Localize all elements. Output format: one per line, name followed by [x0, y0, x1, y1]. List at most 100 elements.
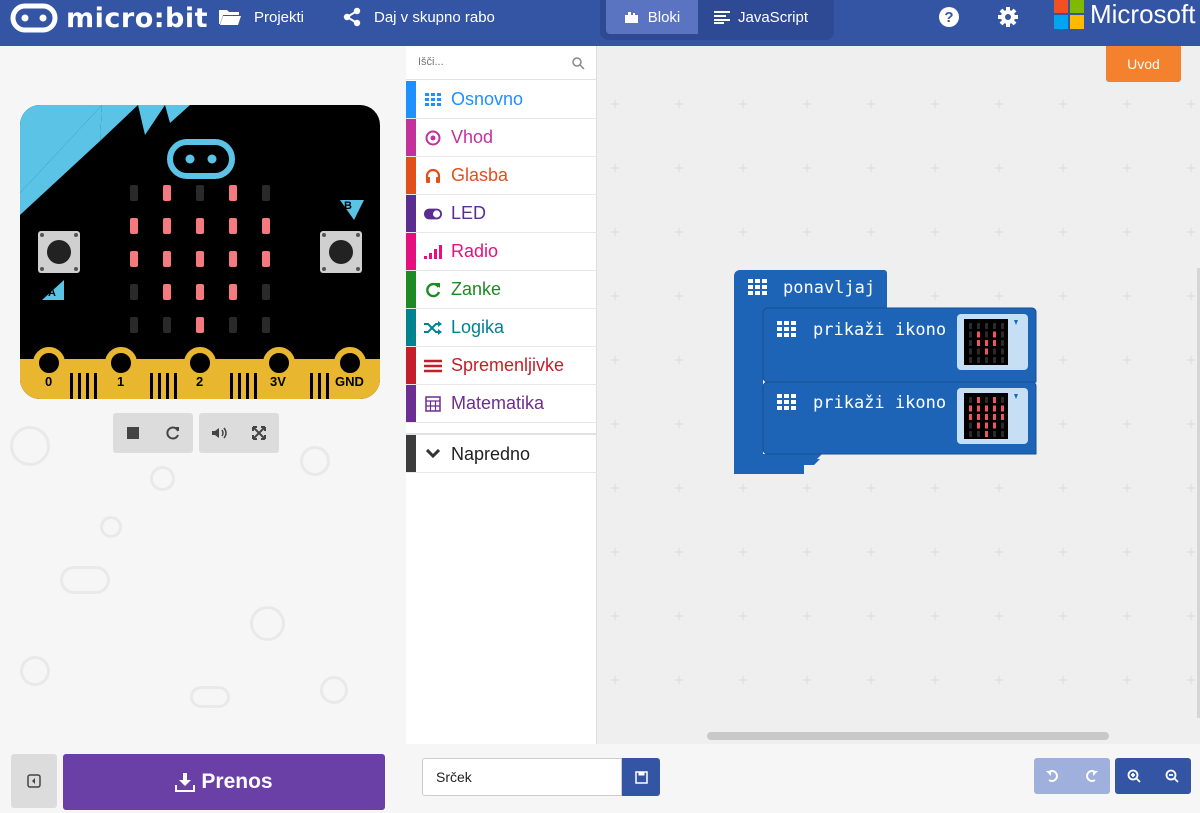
category-label: Glasba: [451, 165, 509, 185]
category-zanke[interactable]: Zanke: [406, 271, 597, 309]
category-advanced[interactable]: Napredno: [406, 433, 597, 473]
horizontal-scrollbar[interactable]: [707, 732, 1109, 740]
category-vhod[interactable]: Vhod: [406, 119, 597, 157]
sound-icon: [212, 427, 227, 439]
forever-block[interactable]: ponavljaj prikaži ikono prikaži ikono: [732, 268, 1072, 488]
search-icon[interactable]: [572, 57, 585, 70]
background-decoration: [190, 686, 230, 708]
redo-button[interactable]: [1072, 758, 1110, 794]
lines-icon: [424, 357, 442, 375]
loop-icon: [424, 281, 442, 299]
background-decoration: [320, 676, 348, 704]
intro-button[interactable]: Uvod: [1106, 46, 1181, 82]
category-glasba[interactable]: Glasba: [406, 157, 597, 195]
microbit-logo-icon: [10, 3, 58, 33]
signal-icon: [424, 243, 442, 261]
category-color-bar: [406, 271, 416, 308]
svg-text:?: ?: [944, 9, 953, 26]
button-a-cap: [47, 240, 71, 264]
zoom-out-icon: [1165, 769, 1179, 783]
download-button[interactable]: Prenos: [63, 754, 385, 810]
mute-button[interactable]: [199, 413, 239, 453]
button-a-label: A: [48, 287, 56, 299]
pin-label: 0: [45, 374, 53, 389]
show-icon-label: prikaži ikono: [813, 393, 946, 413]
zoom-in-button[interactable]: [1115, 758, 1153, 794]
brand-logo[interactable]: micro:bit: [10, 3, 208, 34]
gear-icon: [998, 7, 1018, 27]
screw: [322, 233, 326, 237]
zoom-out-button[interactable]: [1153, 758, 1191, 794]
button-a[interactable]: [38, 231, 80, 273]
connector-stripe: [166, 373, 169, 399]
category-spremenljivke[interactable]: Spremenljivke: [406, 347, 597, 385]
tab-blocks-label: Bloki: [647, 8, 681, 26]
category-led[interactable]: LED: [406, 195, 597, 233]
connector-stripe: [70, 373, 73, 399]
category-color-bar: [406, 81, 416, 118]
led: [163, 284, 171, 300]
undo-icon: [1046, 770, 1058, 782]
blocks-workspace[interactable]: Uvod ponavljaj prikaži ikono prikaži iko…: [597, 46, 1200, 744]
chevron-down-icon: [424, 445, 442, 463]
small-heart-icon[interactable]: [957, 388, 1028, 444]
undo-button[interactable]: [1034, 758, 1072, 794]
makecode-editor: micro:bit Projekti Daj v skupno rabo Blo…: [0, 0, 1200, 813]
fullscreen-icon: [252, 426, 266, 440]
connector-stripe: [318, 373, 321, 399]
folder-icon: [219, 10, 241, 25]
screw: [74, 267, 78, 271]
led: [262, 284, 270, 300]
shuffle-icon: [424, 319, 442, 337]
fullscreen-button[interactable]: [239, 413, 279, 453]
button-b[interactable]: [320, 231, 362, 273]
led: [163, 185, 171, 201]
tab-javascript-label: JavaScript: [738, 8, 809, 26]
microsoft-logo[interactable]: Microsoft: [1054, 0, 1196, 29]
connector-stripe: [158, 373, 161, 399]
share-button[interactable]: Daj v skupno rabo: [342, 0, 495, 34]
stop-button[interactable]: [113, 413, 153, 453]
category-radio[interactable]: Radio: [406, 233, 597, 271]
tab-blocks[interactable]: Bloki: [606, 0, 698, 34]
search-input[interactable]: [418, 56, 568, 68]
connector-stripe: [86, 373, 89, 399]
screw: [322, 267, 326, 271]
category-color-bar: [406, 233, 416, 270]
project-name-input[interactable]: [422, 758, 622, 796]
heart-icon[interactable]: [957, 314, 1028, 370]
save-button[interactable]: [622, 758, 660, 796]
microsoft-squares-icon: [1054, 0, 1084, 29]
restart-button[interactable]: [153, 413, 193, 453]
help-button[interactable]: ?: [938, 0, 972, 34]
simulator-run-controls: [113, 413, 193, 453]
headphones-icon: [424, 167, 442, 185]
edge-connector: 0 1 2 3V GND: [20, 347, 380, 399]
collapse-simulator-button[interactable]: [11, 754, 57, 808]
led: [229, 317, 237, 333]
puzzle-icon: [624, 12, 638, 23]
background-decoration: [20, 656, 50, 686]
led: [130, 317, 138, 333]
category-label: Radio: [451, 241, 499, 261]
tab-javascript[interactable]: JavaScript: [714, 0, 808, 34]
category-logika[interactable]: Logika: [406, 309, 597, 347]
background-decoration: [100, 516, 122, 538]
toolbox-search: [406, 46, 597, 80]
category-osnovno[interactable]: Osnovno: [406, 81, 597, 119]
category-label: Spremenljivke: [451, 355, 565, 375]
connector-stripe: [230, 373, 233, 399]
microbit-board[interactable]: B A 0 1 2 3V GND: [20, 105, 380, 399]
settings-button[interactable]: [997, 0, 1031, 34]
simulator-view-controls: [199, 413, 279, 453]
led: [229, 185, 237, 201]
microsoft-label: Microsoft: [1090, 0, 1196, 29]
category-label: LED: [451, 203, 487, 223]
category-label: Vhod: [451, 127, 494, 147]
connector-stripe: [78, 373, 81, 399]
pin-label: 3V: [270, 374, 286, 389]
projects-button[interactable]: Projekti: [218, 0, 304, 34]
category-color-bar: [406, 347, 416, 384]
category-matematika[interactable]: Matematika: [406, 385, 597, 423]
download-icon: [175, 773, 196, 792]
